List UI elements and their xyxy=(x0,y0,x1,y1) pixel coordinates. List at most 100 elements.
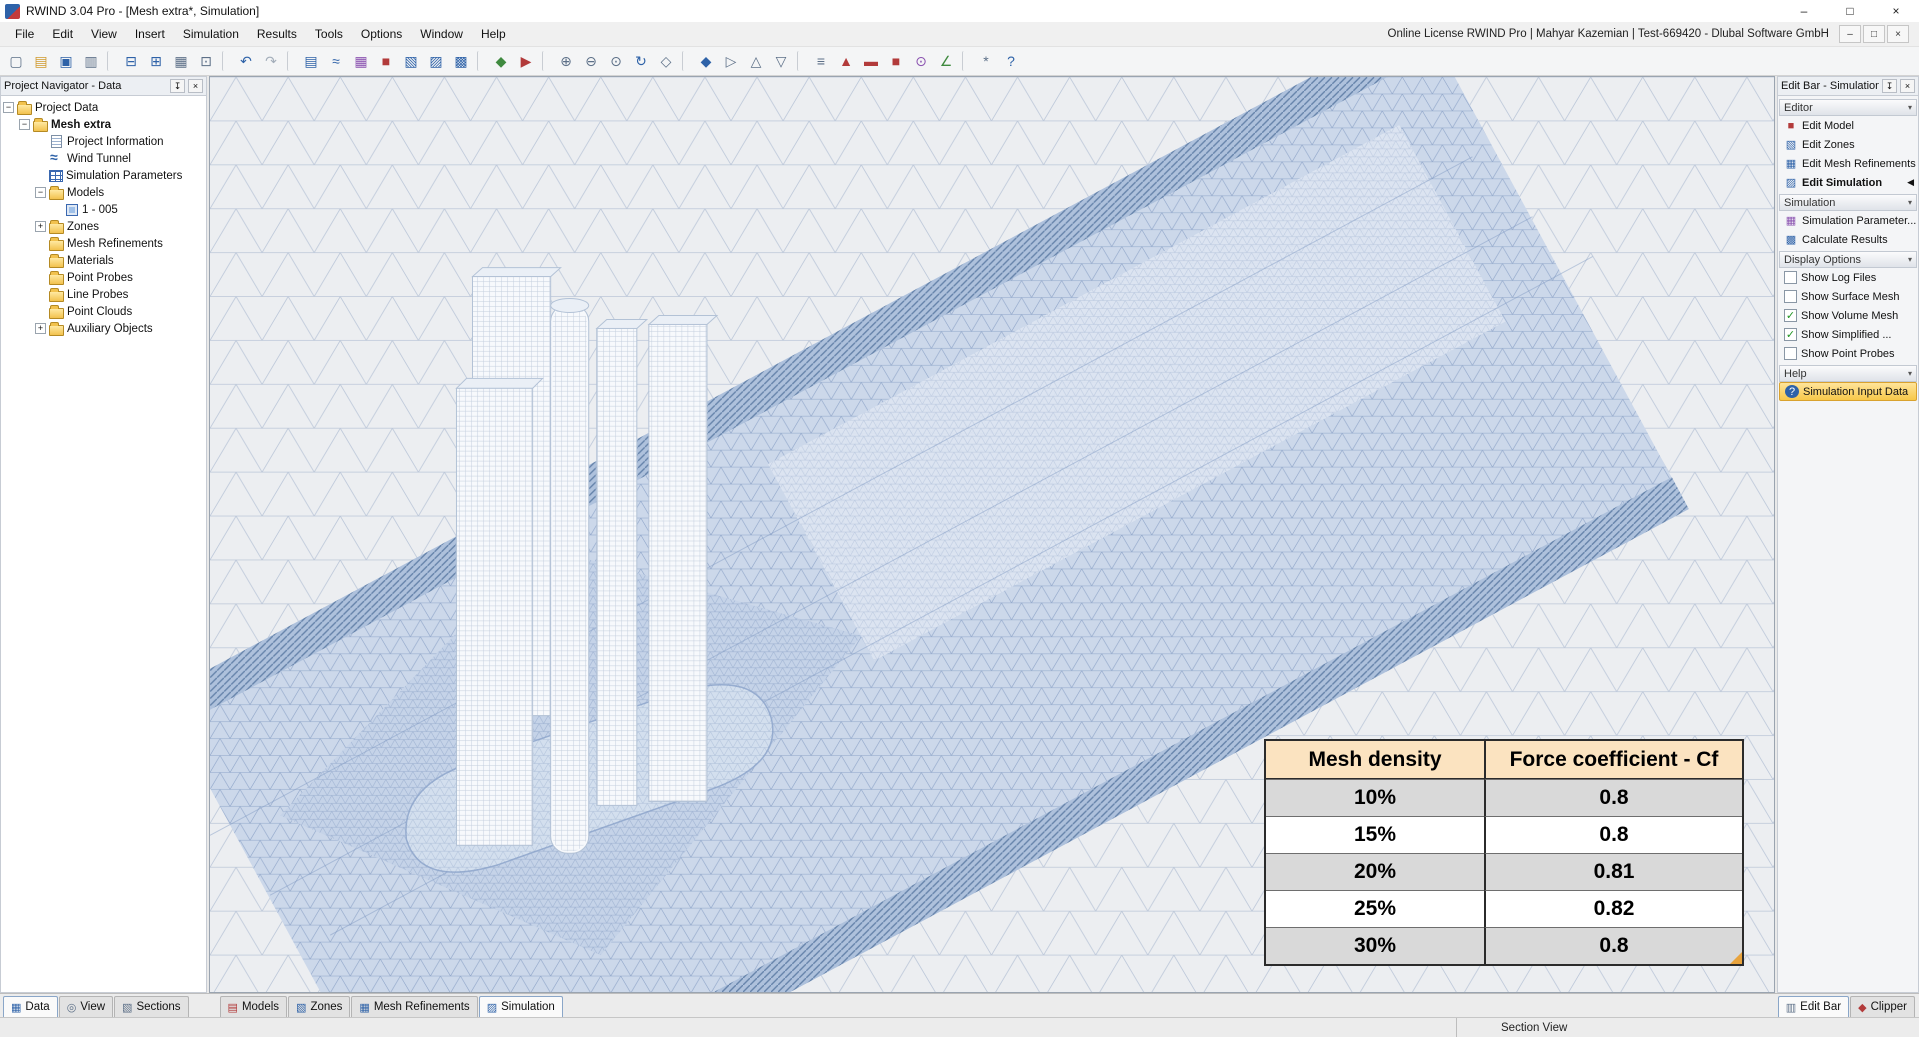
measure-icon[interactable]: ∠ xyxy=(934,49,958,73)
pan-view-icon[interactable]: ◇ xyxy=(654,49,678,73)
menu-tools[interactable]: Tools xyxy=(306,22,352,46)
tree-expander[interactable]: + xyxy=(35,221,46,232)
tab-mesh-refinements[interactable]: ▦ Mesh Refinements xyxy=(351,996,478,1017)
clipping-plane-icon[interactable]: ▬ xyxy=(859,49,883,73)
close-button[interactable]: × xyxy=(1873,0,1919,22)
undo-icon[interactable]: ↶ xyxy=(234,49,258,73)
zoom-out-icon[interactable]: ⊖ xyxy=(579,49,603,73)
help-icon[interactable]: ? xyxy=(999,49,1023,73)
tables-icon[interactable]: ⊞ xyxy=(144,49,168,73)
view-in-z-icon[interactable]: ▽ xyxy=(769,49,793,73)
edit-zones-icon[interactable]: ▧ xyxy=(399,49,423,73)
editbar-item-simulation-parameters[interactable]: Simulation Parameter... xyxy=(1779,211,1917,230)
menu-edit[interactable]: Edit xyxy=(43,22,82,46)
tree-item[interactable]: − Mesh extra xyxy=(1,116,206,133)
edit-simulation-icon[interactable]: ▩ xyxy=(449,49,473,73)
tab-simulation[interactable]: ▨ Simulation xyxy=(478,996,563,1017)
tab-view[interactable]: ◎ View xyxy=(58,996,114,1017)
menu-results[interactable]: Results xyxy=(248,22,306,46)
toolbar-separator[interactable] xyxy=(107,51,115,71)
checkbox[interactable] xyxy=(1784,290,1797,303)
open-project-icon[interactable]: ▤ xyxy=(29,49,53,73)
viewport-3d[interactable]: Mesh density Force coefficient - Cf 10% … xyxy=(209,76,1775,993)
save-project-icon[interactable]: ▣ xyxy=(54,49,78,73)
tree-item[interactable]: Line Probes xyxy=(1,286,206,303)
pin-icon[interactable]: ↧ xyxy=(1882,79,1897,93)
minimize-button[interactable]: – xyxy=(1781,0,1827,22)
wind-tunnel-icon[interactable]: ≈ xyxy=(324,49,348,73)
check-show-point-probes[interactable]: Show Point Probes xyxy=(1779,344,1917,363)
toolbar-separator[interactable] xyxy=(962,51,970,71)
close-icon[interactable]: × xyxy=(188,79,203,93)
section-header[interactable]: Editor xyxy=(1779,99,1917,116)
zoom-in-icon[interactable]: ⊕ xyxy=(554,49,578,73)
table-resize-handle[interactable] xyxy=(1730,952,1742,964)
section-header[interactable]: Display Options xyxy=(1779,251,1917,268)
check-show-volume-mesh[interactable]: Show Volume Mesh xyxy=(1779,306,1917,325)
tab-sections[interactable]: ▧ Sections xyxy=(114,996,189,1017)
checkbox[interactable] xyxy=(1784,328,1797,341)
toolbar-separator[interactable] xyxy=(682,51,690,71)
toolbar-separator[interactable] xyxy=(477,51,485,71)
pin-icon[interactable]: ↧ xyxy=(170,79,185,93)
menu-file[interactable]: File xyxy=(6,22,43,46)
editbar-item-simulation-input-data[interactable]: Simulation Input Data xyxy=(1779,382,1917,401)
close-icon[interactable]: × xyxy=(1900,79,1915,93)
mdi-close-button[interactable]: × xyxy=(1887,25,1909,43)
editbar-item-edit-model[interactable]: Edit Model xyxy=(1779,116,1917,135)
tab-models[interactable]: ▤ Models xyxy=(219,996,288,1017)
settings-icon[interactable]: * xyxy=(974,49,998,73)
results-table[interactable]: Mesh density Force coefficient - Cf 10% … xyxy=(1264,739,1744,966)
results-icon[interactable]: ▲ xyxy=(834,49,858,73)
print-icon[interactable]: ▥ xyxy=(79,49,103,73)
menu-insert[interactable]: Insert xyxy=(126,22,174,46)
menu-window[interactable]: Window xyxy=(411,22,472,46)
project-navigator-icon[interactable]: ⊟ xyxy=(119,49,143,73)
toolbar-separator[interactable] xyxy=(222,51,230,71)
edit-mesh-refinements-icon[interactable]: ▨ xyxy=(424,49,448,73)
tree-expander[interactable]: − xyxy=(19,119,30,130)
menu-simulation[interactable]: Simulation xyxy=(174,22,248,46)
tree-item[interactable]: Simulation Parameters xyxy=(1,167,206,184)
menu-view[interactable]: View xyxy=(82,22,126,46)
simulation-parameters-icon[interactable]: ▦ xyxy=(349,49,373,73)
view-in-x-icon[interactable]: ▷ xyxy=(719,49,743,73)
toolbar-separator[interactable] xyxy=(542,51,550,71)
tab-data[interactable]: ▦ Data xyxy=(3,996,58,1017)
tab-edit-bar[interactable]: ▥ Edit Bar xyxy=(1777,996,1850,1017)
display-properties-icon[interactable]: ≡ xyxy=(809,49,833,73)
section-header[interactable]: Help xyxy=(1779,365,1917,382)
point-probe-icon[interactable]: ⊙ xyxy=(909,49,933,73)
new-project-icon[interactable]: ▢ xyxy=(4,49,28,73)
check-show-simplified[interactable]: Show Simplified ... xyxy=(1779,325,1917,344)
grid-icon[interactable]: ▦ xyxy=(169,49,193,73)
tab-clipper[interactable]: ◆ Clipper xyxy=(1850,996,1915,1017)
checkbox[interactable] xyxy=(1784,271,1797,284)
menu-help[interactable]: Help xyxy=(472,22,515,46)
checkbox[interactable] xyxy=(1784,347,1797,360)
edit-model-icon[interactable]: ■ xyxy=(374,49,398,73)
tree-item[interactable]: Project Information xyxy=(1,133,206,150)
tree-item[interactable]: − Project Data xyxy=(1,99,206,116)
zoom-all-icon[interactable]: ⊙ xyxy=(604,49,628,73)
redo-icon[interactable]: ↷ xyxy=(259,49,283,73)
editbar-item-calculate-results[interactable]: Calculate Results xyxy=(1779,230,1917,249)
maximize-button[interactable]: □ xyxy=(1827,0,1873,22)
calculate-icon[interactable]: ▶ xyxy=(514,49,538,73)
tree-item[interactable]: Point Clouds xyxy=(1,303,206,320)
tree-expander[interactable]: + xyxy=(35,323,46,334)
project-information-icon[interactable]: ▤ xyxy=(299,49,323,73)
tab-zones[interactable]: ▧ Zones xyxy=(288,996,351,1017)
tree-item[interactable]: + Auxiliary Objects xyxy=(1,320,206,337)
checkbox[interactable] xyxy=(1784,309,1797,322)
tree-expander[interactable]: − xyxy=(3,102,14,113)
mdi-restore-button[interactable]: □ xyxy=(1863,25,1885,43)
menu-options[interactable]: Options xyxy=(352,22,411,46)
tree-item[interactable]: Materials xyxy=(1,252,206,269)
tree-item[interactable]: 1 - 005 xyxy=(1,201,206,218)
tree-expander[interactable]: − xyxy=(35,187,46,198)
tree-item[interactable]: + Zones xyxy=(1,218,206,235)
check-show-log-files[interactable]: Show Log Files xyxy=(1779,268,1917,287)
tree-item[interactable]: − Models xyxy=(1,184,206,201)
stop-icon[interactable]: ■ xyxy=(884,49,908,73)
